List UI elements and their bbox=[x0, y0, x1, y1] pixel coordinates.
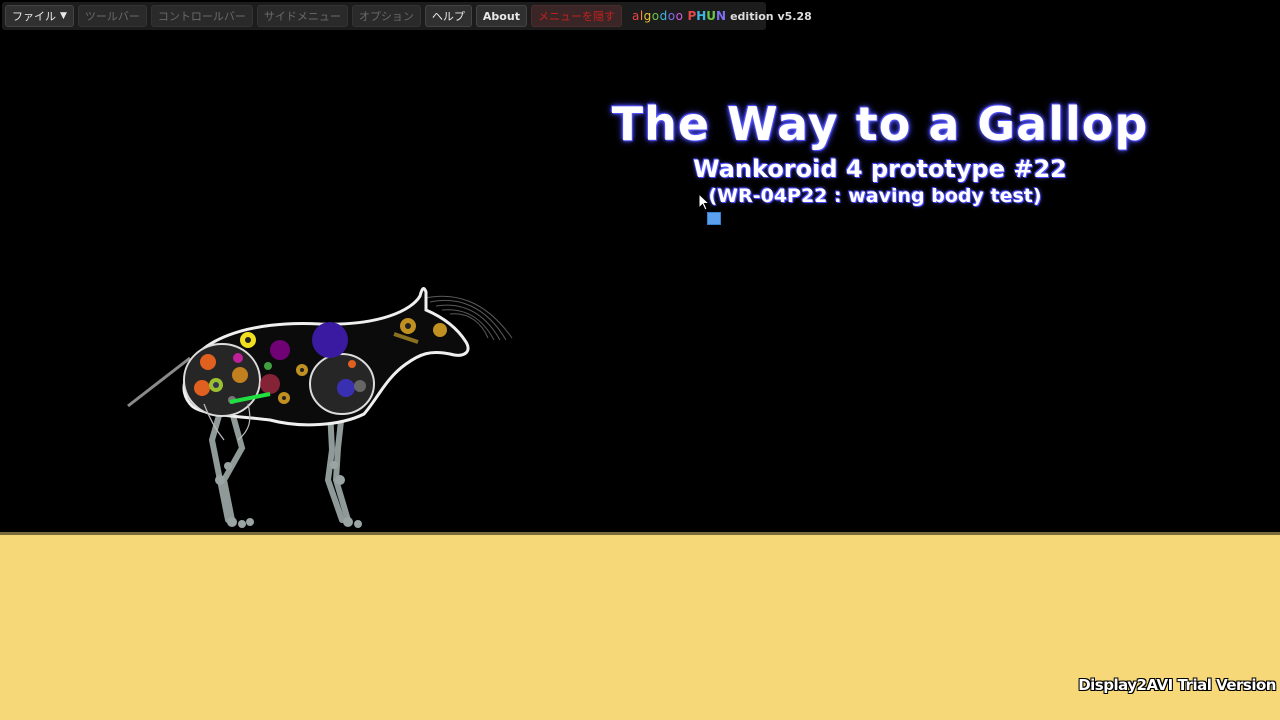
menu-sidemenu[interactable]: サイドメニュー bbox=[256, 5, 348, 27]
chevron-down-icon: ▼ bbox=[60, 11, 67, 21]
app-brand: algodoo PHUN edition v5.28 bbox=[632, 9, 812, 23]
scene-title: The Way to a Gallop bbox=[611, 97, 1149, 151]
phun-logo: PHUN bbox=[687, 9, 727, 23]
menu-controlbar[interactable]: コントロールバー bbox=[150, 5, 253, 27]
menu-about[interactable]: About bbox=[475, 5, 527, 27]
edition-version: edition v5.28 bbox=[730, 9, 812, 23]
menu-help[interactable]: ヘルプ bbox=[424, 5, 472, 27]
scene-subtitle: Wankoroid 4 prototype #22 bbox=[693, 155, 1067, 183]
menu-file[interactable]: ファイル ▼ bbox=[5, 5, 74, 27]
menu-toolbar[interactable]: ツールバー bbox=[77, 5, 147, 27]
menu-hide-menus[interactable]: メニューを隠す bbox=[530, 5, 622, 27]
menu-file-label: ファイル bbox=[12, 10, 56, 23]
robot-dog-model[interactable] bbox=[120, 280, 530, 540]
scene-title-block: The Way to a Gallop Wankoroid 4 prototyp… bbox=[600, 96, 1160, 208]
recorder-watermark: Display2AVI Trial Version bbox=[1078, 676, 1276, 694]
selection-cursor-icon bbox=[707, 212, 721, 225]
mouse-pointer-icon bbox=[698, 193, 711, 211]
menu-bar: ファイル ▼ ツールバー コントロールバー サイドメニュー オプション ヘルプ … bbox=[2, 2, 812, 30]
scene-caption: (WR-04P22 : waving body test) bbox=[708, 185, 1042, 207]
algodoo-logo: algodoo bbox=[631, 9, 684, 23]
menu-options[interactable]: オプション bbox=[351, 5, 421, 27]
